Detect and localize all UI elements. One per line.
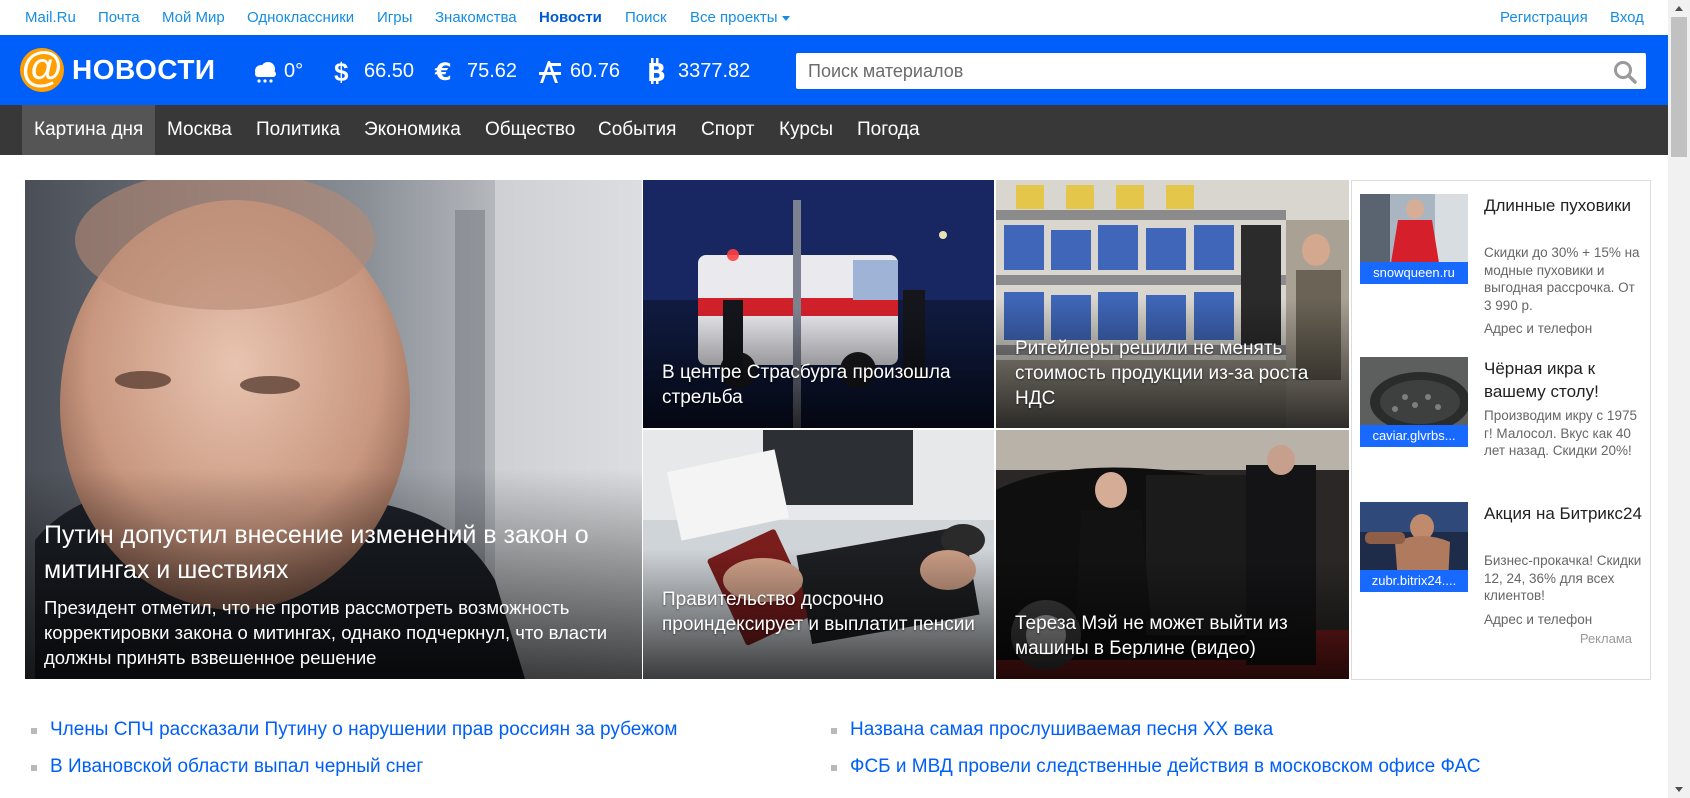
ad-thumb: snowqueen.ru [1360, 194, 1468, 284]
all-projects-label: Все проекты [690, 9, 778, 26]
ad-title: Акция на Битрикс24 [1484, 504, 1642, 523]
usd-value: 66.50 [364, 60, 415, 82]
portal-link-mailru[interactable]: Mail.Ru [25, 9, 76, 26]
ad-thumb: caviar.glvrbs... [1360, 357, 1468, 447]
main-nav: Картина дня Москва Политика Экономика Об… [0, 105, 1668, 155]
news-tile-retailers[interactable]: Ритейлеры решили не менять стоимость про… [996, 180, 1349, 428]
ad-title: Чёрная икра к вашему столу! [1484, 359, 1599, 401]
tile-title-strasbourg: В центре Страсбурга произошла стрельба [662, 362, 951, 408]
list-item-text: В Ивановской области выпал черный снег [50, 756, 424, 777]
login-link[interactable]: Вход [1610, 9, 1644, 26]
register-link[interactable]: Регистрация [1500, 9, 1588, 26]
ad-item-caviar[interactable]: caviar.glvrbs... Чёрная икра к вашему ст… [1360, 357, 1645, 477]
ad-thumb: zubr.bitrix24.... [1360, 502, 1468, 592]
list-item[interactable]: Названа самая прослушиваемая песня XX ве… [831, 719, 1274, 741]
list-item[interactable]: ФСБ и МВД провели следственные действия … [831, 756, 1481, 778]
eur-value: 75.62 [467, 60, 518, 82]
search-icon[interactable] [1612, 59, 1638, 85]
tile-title-may: Тереза Мэй не может выйти из машины в Бе… [1015, 613, 1288, 659]
ad-address-link[interactable]: Адрес и телефон [1484, 612, 1592, 627]
oil-value: 60.76 [570, 60, 621, 82]
nav-item-kartina-dnya[interactable]: Картина дня [22, 105, 156, 155]
chevron-down-icon [781, 15, 790, 21]
ad-domain: zubr.bitrix24.... [1360, 570, 1468, 592]
nav-item-sobytiya[interactable]: События [586, 105, 688, 155]
ad-text: Бизнес-прокачка! Скидки 12, 24, 36% для … [1484, 553, 1642, 603]
hero-title: Путин допустил внесение изменений в зако… [44, 521, 589, 584]
list-item[interactable]: В Ивановской области выпал черный снег [31, 756, 424, 778]
nav-item-politika[interactable]: Политика [244, 105, 352, 155]
list-item[interactable]: Члены СПЧ рассказали Путину о нарушении … [31, 719, 678, 741]
ad-domain: snowqueen.ru [1360, 262, 1468, 284]
weather-value: 0° [284, 60, 304, 82]
scrollbar-thumb[interactable] [1671, 17, 1687, 157]
ad-item-snowqueen[interactable]: snowqueen.ru Длинные пуховики Скидки до … [1360, 194, 1645, 344]
svg-text:$: $ [334, 58, 349, 84]
portal-link-znakomstva[interactable]: Знакомства [435, 9, 517, 26]
list-item-text: Члены СПЧ рассказали Путину о нарушении … [50, 719, 678, 740]
nav-item-kursy[interactable]: Курсы [767, 105, 845, 155]
portal-link-igry[interactable]: Игры [377, 9, 412, 26]
ad-domain: caviar.glvrbs... [1360, 425, 1468, 447]
news-tile-pensions[interactable]: Правительство досрочно проиндексирует и … [643, 430, 994, 679]
search-input[interactable] [796, 53, 1598, 89]
ad-label: Реклама [1579, 631, 1632, 646]
news-tile-strasbourg[interactable]: В центре Страсбурга произошла стрельба [643, 180, 994, 428]
nav-item-moskva[interactable]: Москва [155, 105, 244, 155]
ad-item-bitrix24[interactable]: zubr.bitrix24.... Акция на Битрикс24 Биз… [1360, 502, 1645, 632]
dollar-icon: $ [334, 58, 349, 84]
search-box [796, 53, 1646, 89]
site-header: НОВОСТИ 0° $ 66.50 € 75.62 60.76 [0, 35, 1668, 105]
scroll-down-arrow-icon[interactable] [1668, 781, 1690, 798]
hero-news-card[interactable]: Путин допустил внесение изменений в зако… [25, 180, 642, 679]
ad-address-link[interactable]: Адрес и телефон [1484, 321, 1592, 336]
ad-text: Производим икру с 1975 г! Малосол. Вкус … [1484, 408, 1637, 458]
scroll-up-arrow-icon[interactable] [1668, 0, 1690, 17]
euro-icon: € [434, 58, 452, 84]
oil-derrick-icon [539, 61, 561, 83]
portal-link-poisk[interactable]: Поиск [625, 9, 667, 26]
nav-item-ekonomika[interactable]: Экономика [352, 105, 473, 155]
nav-item-obshchestvo[interactable]: Общество [473, 105, 587, 155]
bullet-icon [31, 765, 37, 771]
svg-text:€: € [434, 58, 452, 84]
list-item-text: Названа самая прослушиваемая песня XX ве… [850, 719, 1274, 740]
bitcoin-icon: B [647, 58, 666, 84]
portal-link-moi-mir[interactable]: Мой Мир [162, 9, 225, 26]
bullet-icon [31, 728, 37, 734]
list-item-text: ФСБ и МВД провели следственные действия … [850, 756, 1481, 777]
tile-title-pensions: Правительство досрочно проиндексирует и … [662, 589, 975, 635]
at-sign-logo-icon [20, 45, 64, 92]
news-tile-may[interactable]: Тереза Мэй не может выйти из машины в Бе… [996, 430, 1349, 679]
portal-link-odnoklassniki[interactable]: Одноклассники [247, 9, 354, 26]
portal-bar: Mail.Ru Почта Мой Мир Одноклассники Игры… [0, 0, 1668, 35]
bullet-icon [831, 765, 837, 771]
logo-text: НОВОСТИ [72, 54, 216, 85]
cloud-snow-icon [255, 62, 276, 83]
ad-block: snowqueen.ru Длинные пуховики Скидки до … [1351, 180, 1651, 680]
portal-link-novosti[interactable]: Новости [539, 9, 602, 26]
ad-title: Длинные пуховики [1484, 196, 1632, 215]
all-projects-dropdown[interactable]: Все проекты [690, 9, 790, 26]
btc-value: 3377.82 [678, 60, 751, 82]
page-scrollbar[interactable] [1668, 0, 1690, 798]
portal-link-pochta[interactable]: Почта [98, 9, 140, 26]
nav-item-sport[interactable]: Спорт [689, 105, 766, 155]
hero-lead: Президент отметил, что не против рассмот… [44, 597, 608, 668]
bullet-icon [831, 728, 837, 734]
ad-text: Скидки до 30% + 15% на модные пуховики и… [1484, 245, 1640, 313]
nav-item-pogoda[interactable]: Погода [845, 105, 932, 155]
tile-title-retailers: Ритейлеры решили не менять стоимость про… [1015, 338, 1309, 409]
